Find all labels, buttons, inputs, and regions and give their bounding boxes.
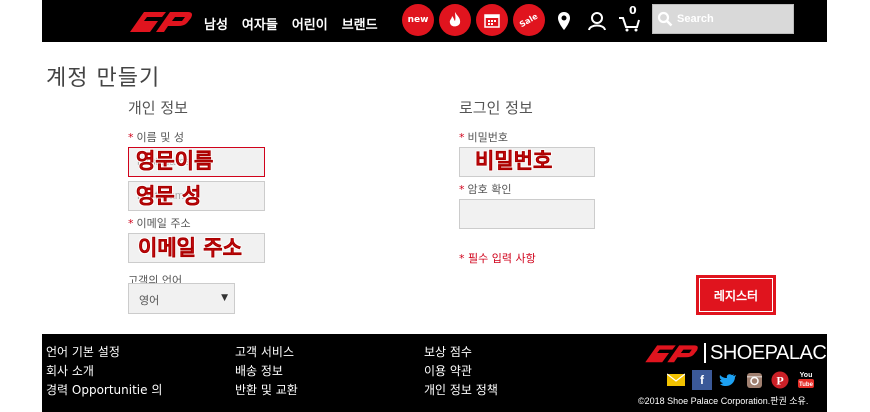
footer-link[interactable]: 고객 서비스 [235, 343, 298, 362]
nav-kids[interactable]: 어린이 [292, 14, 328, 33]
footer-col-2: 고객 서비스 배송 정보 반환 및 교환 [235, 343, 298, 400]
footer-link[interactable]: 회사 소개 [46, 362, 162, 381]
cart-count: 0 [629, 4, 637, 17]
sp-logo[interactable] [122, 8, 194, 34]
twitter-icon[interactable] [718, 370, 738, 390]
required-mark: * [459, 183, 465, 196]
nav-women[interactable]: 여자들 [242, 14, 278, 33]
facebook-icon[interactable]: f [692, 370, 712, 390]
pinterest-icon[interactable]: P [770, 370, 790, 390]
search-input[interactable]: Search [652, 4, 794, 34]
youtube-icon[interactable]: You Tube [796, 370, 816, 390]
register-button[interactable]: 레지스터 [696, 275, 776, 315]
social-links: f P You Tube [666, 370, 816, 390]
footer-link[interactable]: 배송 정보 [235, 362, 298, 381]
footer-logo[interactable]: SHOEPALACE [638, 340, 827, 366]
chevron-down-icon: ▼ [221, 293, 228, 303]
svg-text:Tube: Tube [799, 382, 814, 388]
name-label-text: 이름 및 성 [136, 131, 184, 144]
sale-badge-label: Sale [518, 11, 540, 29]
footer-link[interactable]: 언어 기본 설정 [46, 343, 162, 362]
last-name-placeholder: Last Name [137, 190, 191, 202]
account-icon[interactable] [585, 8, 609, 34]
email-label: * 이메일 주소 [128, 215, 191, 231]
nav-men[interactable]: 남성 [204, 14, 228, 33]
password-label: * 비밀번호 [459, 129, 508, 145]
calendar-icon[interactable] [476, 4, 508, 36]
nav-brands[interactable]: 브랜드 [342, 14, 378, 33]
required-mark: * [128, 217, 134, 230]
search-icon [657, 11, 673, 27]
sp-logo-footer [645, 345, 698, 363]
footer: 언어 기본 설정 회사 소개 경력 Opportunitie 의 고객 서비스 … [42, 334, 827, 412]
footer-link[interactable]: 이용 약관 [424, 362, 498, 381]
svg-text:You: You [800, 372, 813, 379]
sale-tag-icon[interactable]: Sale [513, 4, 545, 36]
fire-icon[interactable] [439, 4, 471, 36]
footer-link[interactable]: 경력 Opportunitie 의 [46, 381, 162, 400]
confirm-password-label: * 암호 확인 [459, 181, 511, 197]
mail-icon[interactable] [666, 370, 686, 390]
footer-col-1: 언어 기본 설정 회사 소개 경력 Opportunitie 의 [46, 343, 162, 400]
new-badge-icon[interactable]: new [402, 4, 434, 36]
location-pin-icon[interactable] [552, 8, 576, 34]
footer-col-3: 보상 점수 이용 약관 개인 정보 정책 [424, 343, 498, 400]
personal-info-heading: 개인 정보 [128, 99, 188, 117]
confirm-password-input[interactable] [459, 199, 595, 229]
copyright-text: ©2018 Shoe Palace Corporation.판권 소유. [638, 396, 809, 406]
footer-link[interactable]: 반환 및 교환 [235, 381, 298, 400]
first-name-input[interactable]: First Name [128, 147, 265, 177]
login-info-heading: 로그인 정보 [459, 99, 533, 117]
last-name-input[interactable]: Last Name [128, 181, 265, 211]
password-label-text: 비밀번호 [467, 131, 508, 144]
page-frame: 남성 여자들 어린이 브랜드 new Sale 0 Search 계정 만들기 … [42, 0, 827, 412]
footer-link[interactable]: 보상 점수 [424, 343, 498, 362]
cart-icon[interactable]: 0 [618, 4, 642, 34]
footer-logo-text: SHOEPALACE [704, 343, 827, 363]
main-nav: 남성 여자들 어린이 브랜드 [204, 14, 378, 33]
required-mark: * [128, 131, 134, 144]
email-input[interactable] [128, 233, 265, 263]
page-title: 계정 만들기 [46, 66, 161, 91]
search-placeholder: Search [677, 13, 714, 25]
name-label: * 이름 및 성 [128, 129, 184, 145]
required-mark: * [459, 131, 465, 144]
instagram-icon[interactable] [744, 370, 764, 390]
confirm-password-label-text: 암호 확인 [467, 183, 512, 196]
email-label-text: 이메일 주소 [136, 217, 191, 230]
svg-text:P: P [776, 374, 783, 388]
password-input[interactable] [459, 147, 595, 177]
language-value: 영어 [139, 294, 160, 307]
first-name-placeholder: First Name [137, 156, 191, 168]
new-badge-label: new [407, 15, 429, 25]
language-select[interactable]: 영어 ▼ [128, 283, 235, 314]
footer-link[interactable]: 개인 정보 정책 [424, 381, 498, 400]
required-fields-note: * 필수 입력 사항 [459, 252, 536, 265]
top-nav-bar: 남성 여자들 어린이 브랜드 new Sale 0 Search [42, 0, 827, 42]
